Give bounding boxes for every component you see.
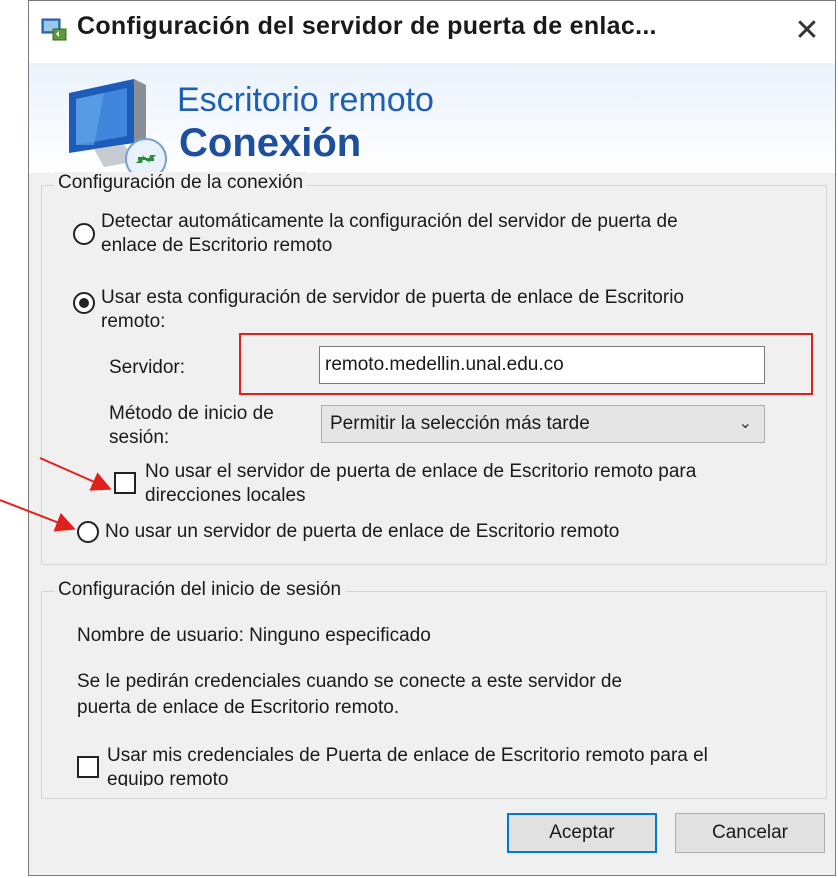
credentials-prompt-line1: Se le pedirán credenciales cuando se con…	[77, 671, 623, 692]
logon-method-label-line1: Método de inicio de	[109, 403, 274, 424]
connection-settings-legend: Configuración de la conexión	[54, 172, 308, 194]
gateway-settings-dialog: Configuración del servidor de puerta de …	[28, 0, 836, 876]
no-gateway-label: No usar un servidor de puerta de enlace …	[105, 521, 620, 542]
use-settings-radio[interactable]	[73, 292, 95, 314]
credentials-prompt-line2: puerta de enlace de Escritorio remoto.	[77, 697, 400, 718]
logon-method-select[interactable]: Permitir la selección más tarde ⌄	[321, 405, 765, 443]
auto-detect-label-line2: enlace de Escritorio remoto	[101, 235, 333, 256]
bypass-local-label-line2: direcciones locales	[145, 485, 306, 506]
use-credentials-checkbox[interactable]	[77, 756, 99, 778]
use-settings-label-line1: Usar esta configuración de servidor de p…	[101, 287, 684, 308]
bypass-local-checkbox[interactable]	[114, 472, 136, 494]
banner-title-line2: Conexión	[179, 121, 362, 165]
logon-settings-legend: Configuración del inicio de sesión	[54, 579, 346, 601]
close-button[interactable]: ✕	[787, 11, 827, 51]
use-credentials-label-line1: Usar mis credenciales de Puerta de enlac…	[107, 745, 708, 766]
no-gateway-radio[interactable]	[77, 521, 99, 543]
auto-detect-label-line1: Detectar automáticamente la configuració…	[101, 211, 678, 232]
bypass-local-label-line1: No usar el servidor de puerta de enlace …	[145, 461, 697, 482]
auto-detect-radio[interactable]	[73, 223, 95, 245]
remote-desktop-monitor-icon	[69, 79, 167, 180]
chevron-down-icon: ⌄	[738, 415, 752, 432]
username-text: Nombre de usuario: Ninguno especificado	[77, 625, 431, 646]
logon-method-value: Permitir la selección más tarde	[330, 413, 590, 434]
logon-method-label-line2: sesión:	[109, 427, 170, 448]
banner: Escritorio remoto Conexión	[29, 63, 835, 180]
cancel-button[interactable]: Cancelar	[675, 813, 825, 853]
server-input[interactable]	[319, 346, 765, 384]
banner-title-line1: Escritorio remoto	[177, 81, 434, 119]
remote-desktop-app-icon	[41, 18, 67, 41]
window-title: Configuración del servidor de puerta de …	[77, 12, 657, 40]
title-bar[interactable]: Configuración del servidor de puerta de …	[29, 1, 835, 63]
server-label: Servidor:	[109, 357, 186, 378]
use-settings-label-line2: remoto:	[101, 311, 166, 332]
ok-button[interactable]: Aceptar	[507, 813, 657, 853]
